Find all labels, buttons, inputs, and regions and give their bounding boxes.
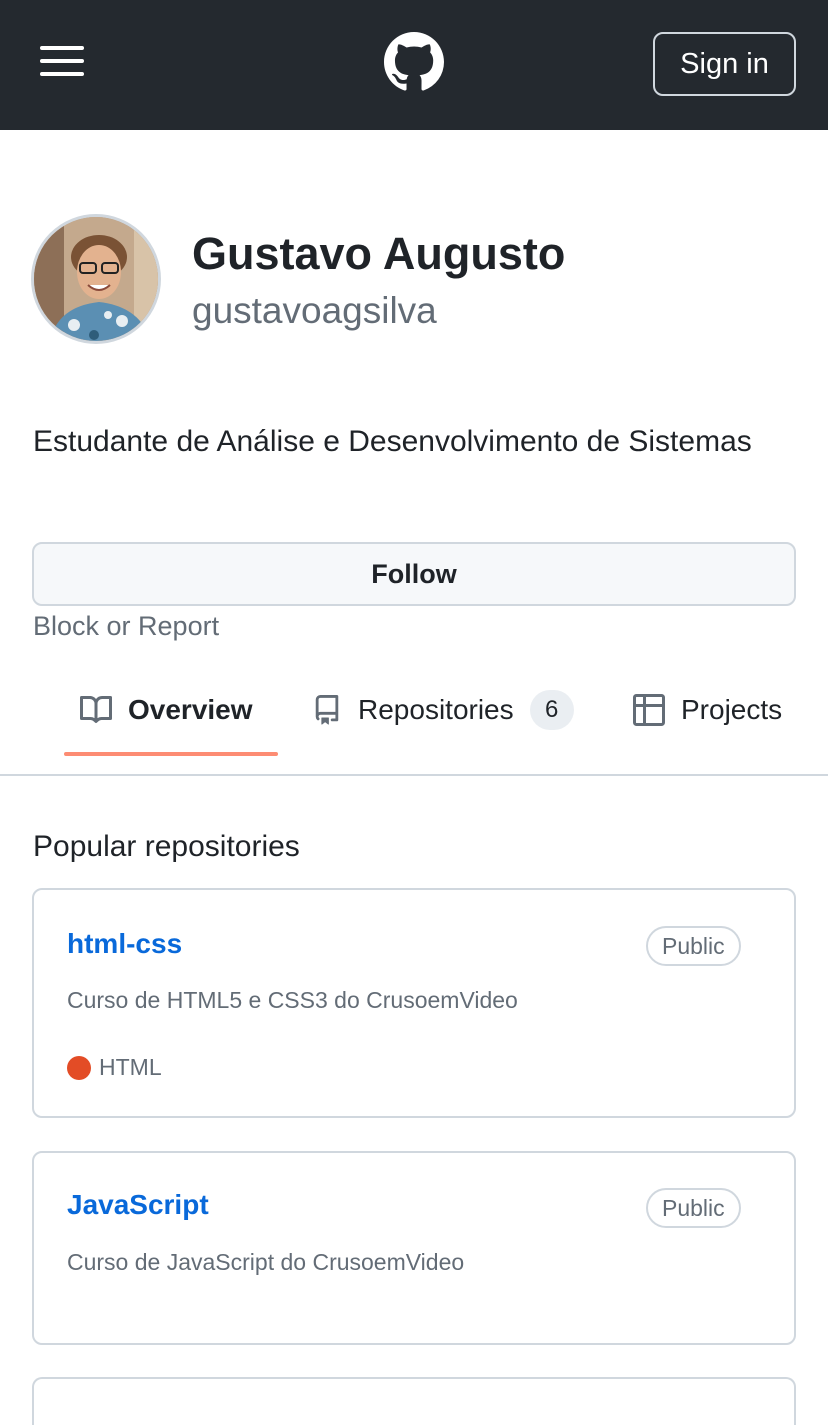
profile-bio: Estudante de Análise e Desenvolvimento d…: [33, 425, 752, 458]
repo-language: HTML: [67, 1054, 162, 1081]
visibility-badge: Public: [646, 1188, 741, 1228]
book-icon: [80, 695, 112, 723]
popular-repositories-title: Popular repositories: [33, 830, 300, 863]
tab-projects-label: Projects: [681, 694, 783, 725]
tab-projects[interactable]: Projects: [633, 670, 782, 750]
repo-name-link[interactable]: html-css: [67, 928, 182, 960]
tab-repositories[interactable]: Repositories 6: [312, 670, 574, 750]
tab-overview[interactable]: Overview: [80, 670, 253, 750]
sign-in-button[interactable]: Sign in: [653, 32, 796, 96]
repo-card: JavaScript Public Curso de JavaScript do…: [32, 1151, 796, 1345]
github-logo-icon[interactable]: [384, 32, 444, 92]
avatar: [31, 214, 161, 344]
hamburger-menu-icon[interactable]: [40, 46, 84, 78]
repo-description: Curso de JavaScript do CrusoemVideo: [67, 1249, 465, 1275]
active-tab-underline: [64, 752, 278, 756]
tab-overview-label: Overview: [128, 694, 253, 725]
avatar-photo: [34, 217, 158, 341]
repo-name-link[interactable]: JavaScript: [67, 1189, 209, 1221]
repo-language-label: HTML: [99, 1054, 162, 1080]
top-bar: Sign in: [0, 0, 828, 130]
repo-card-partial: [32, 1377, 796, 1425]
repositories-count-badge: 6: [529, 690, 574, 730]
tab-repositories-label: Repositories: [358, 694, 514, 725]
follow-button[interactable]: Follow: [32, 542, 796, 606]
language-color-dot: [67, 1055, 91, 1080]
block-or-report-link[interactable]: Block or Report: [33, 611, 219, 642]
profile-tabs: Overview Repositories 6 Projects: [0, 670, 828, 776]
repo-icon: [315, 695, 339, 725]
table-icon: [633, 694, 665, 726]
profile-username: gustavoagsilva: [192, 290, 437, 331]
profile-full-name: Gustavo Augusto: [192, 228, 566, 279]
visibility-badge: Public: [646, 926, 741, 966]
repo-card: html-css Public Curso de HTML5 e CSS3 do…: [32, 888, 796, 1118]
repo-description: Curso de HTML5 e CSS3 do CrusoemVideo: [67, 987, 518, 1013]
